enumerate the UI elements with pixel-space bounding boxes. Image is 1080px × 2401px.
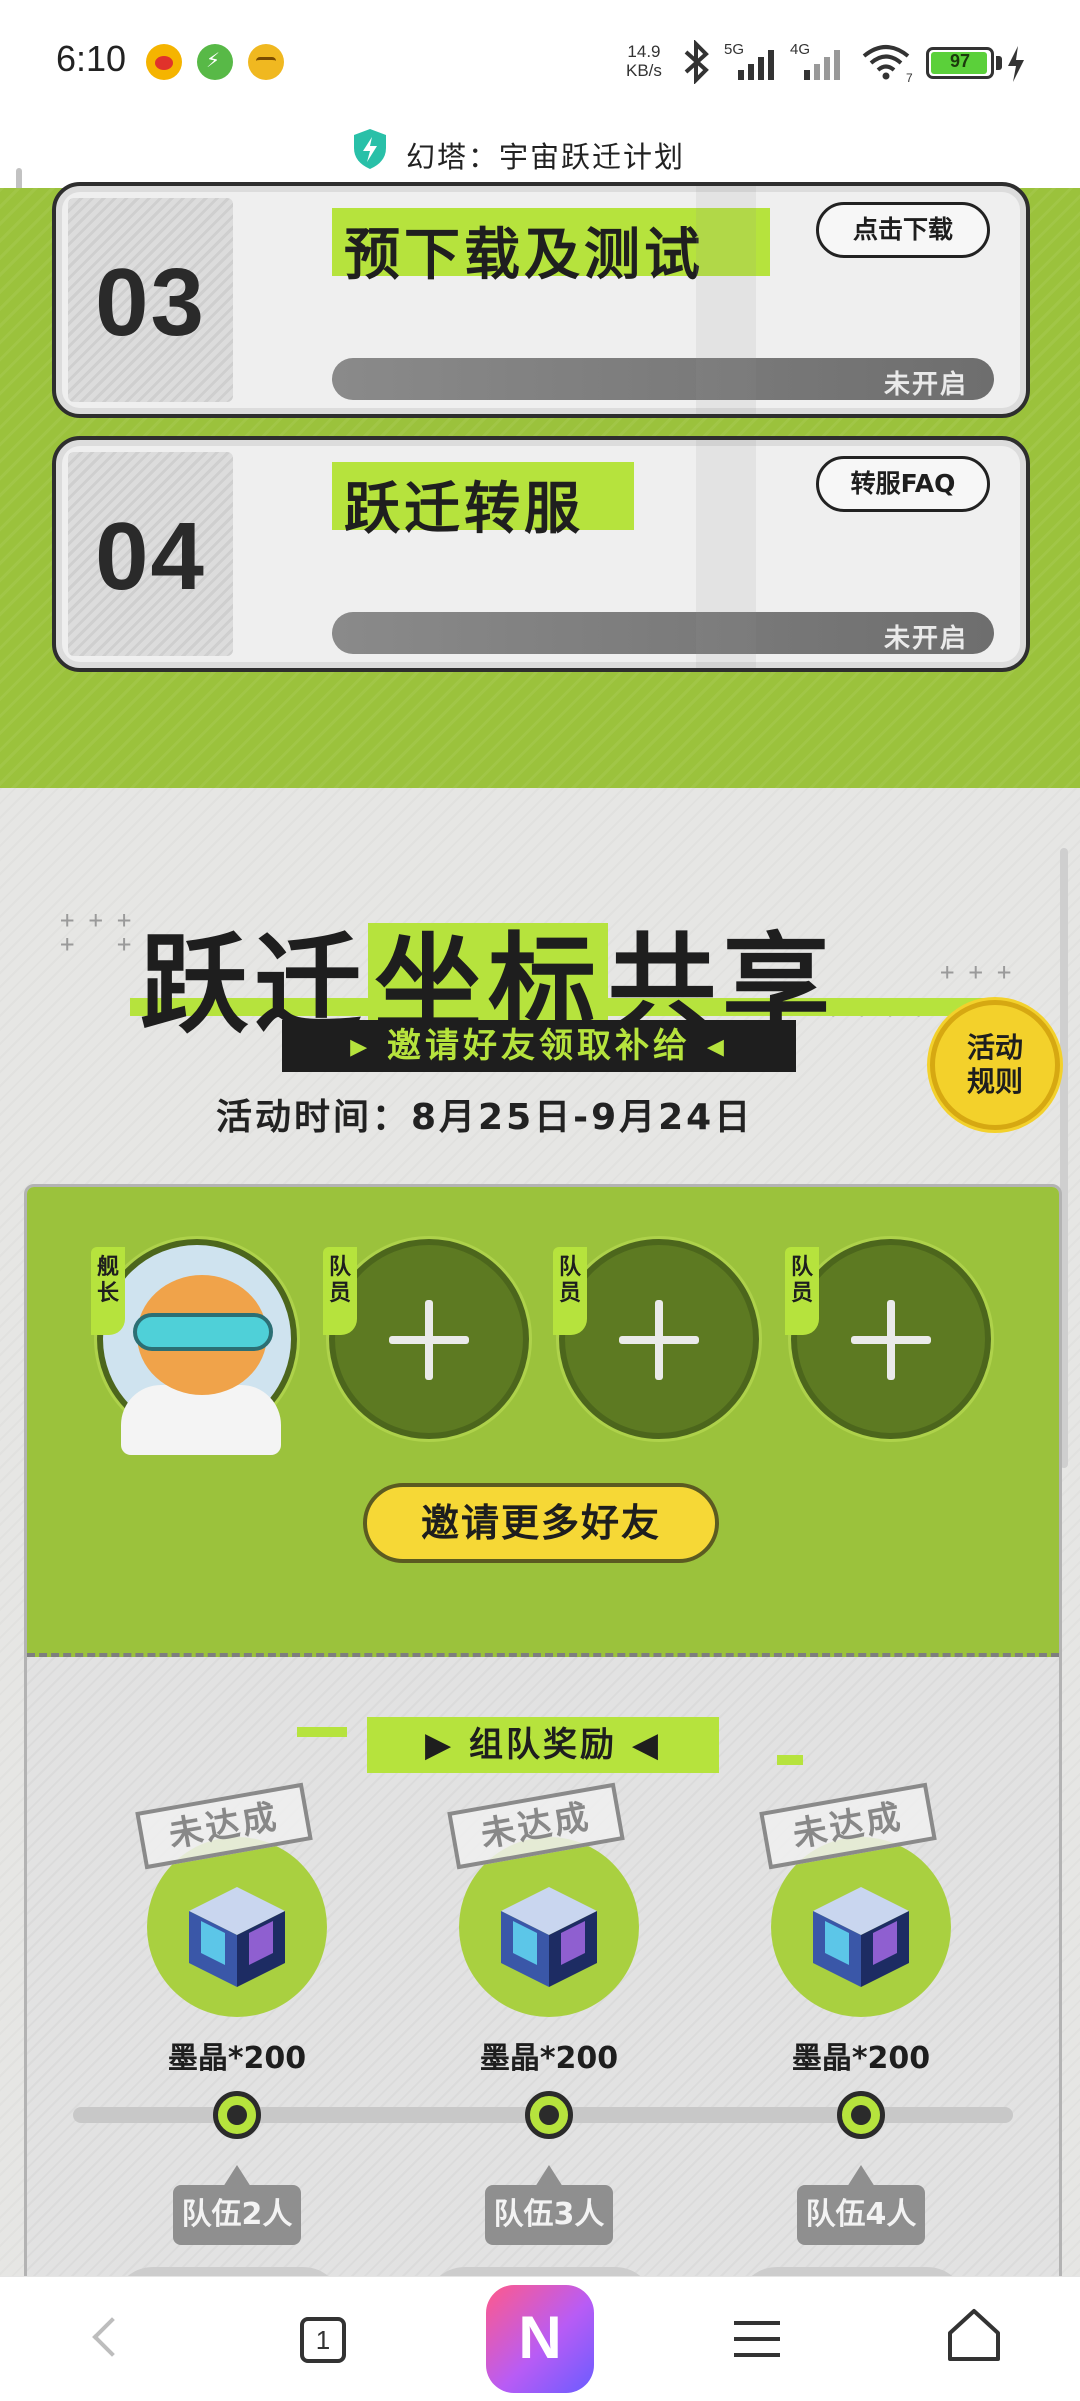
step-status: 未开启	[883, 624, 968, 654]
member-tag: 队员	[553, 1247, 587, 1335]
team-panel: 舰长 队员 队员 队员 邀请更多好友 ▶ 组队奖励 ◀ 未达成 未达成 未达成 …	[24, 1184, 1062, 2304]
rules-button[interactable]: 活动 规则	[930, 1000, 1060, 1130]
step-title: 预下载及测试	[344, 223, 704, 288]
reward-item[interactable]: 未达成	[447, 1782, 649, 2027]
progress-node	[837, 2091, 885, 2139]
page-title-bar: 幻塔：宇宙跃迁计划	[0, 120, 1080, 188]
step-progress-bar: 未开启	[332, 358, 994, 400]
step-number: 03	[95, 249, 206, 356]
rules-button-line1: 活动	[966, 1031, 1023, 1064]
step-title: 跃迁转服	[344, 477, 584, 542]
plus-icon-vertical	[655, 1300, 663, 1380]
signal-4g-label: 4G	[790, 41, 810, 58]
reward-label: 墨晶*200	[479, 2041, 619, 2076]
reward-item[interactable]: 未达成	[135, 1782, 337, 2027]
coordinate-share-section: +++ + + +++ ++++ 跃迁坐标共享 ▸ 邀请好友领取补给 ◂ 活动时…	[0, 788, 1080, 2304]
status-time: 6:10	[56, 38, 127, 79]
signal-5g-label: 5G	[724, 41, 744, 58]
shield-bolt-icon	[354, 129, 386, 169]
bluetooth-icon	[684, 40, 709, 84]
ink-crystal-icon	[813, 1887, 909, 1987]
bottom-navigation: 1 N	[0, 2276, 1080, 2401]
battery-cap	[996, 56, 1002, 70]
download-button[interactable]: 点击下载	[816, 202, 990, 258]
team-rewards-banner: ▶ 组队奖励 ◀	[367, 1717, 719, 1773]
step-card-03: 03 预下载及测试 点击下载 未开启	[52, 182, 1030, 418]
signal-5g-icon: 5G	[724, 41, 774, 80]
plus-icon-vertical	[887, 1300, 895, 1380]
chip-arrow	[535, 2165, 563, 2187]
progress-node	[525, 2091, 573, 2139]
chip-arrow	[223, 2165, 251, 2187]
transfer-faq-button[interactable]: 转服FAQ	[816, 456, 990, 512]
plus-decoration: +++	[940, 958, 1026, 986]
charging-icon	[1008, 46, 1024, 82]
steps-section: 03 预下载及测试 点击下载 未开启 04 跃迁转服 转服FAQ 未开启	[0, 182, 1080, 788]
plus-icon-vertical	[425, 1300, 433, 1380]
back-icon[interactable]	[46, 2277, 166, 2401]
network-speed-value: 14.9	[627, 42, 661, 61]
face-app-icon	[248, 44, 284, 80]
reward-label: 墨晶*200	[167, 2041, 307, 2076]
network-speed-unit: KB/s	[626, 61, 662, 80]
member-tag: 队员	[785, 1247, 819, 1335]
add-member-button[interactable]	[559, 1239, 759, 1439]
banner-decoration	[777, 1755, 803, 1765]
wifi-icon: 7	[862, 45, 913, 84]
avatar-goggles	[133, 1313, 273, 1351]
ink-crystal-icon	[189, 1887, 285, 1987]
ink-crystal-icon	[501, 1887, 597, 1987]
add-member-button[interactable]	[329, 1239, 529, 1439]
event-time: 活动时间：8月25日-9月24日	[216, 1097, 754, 1138]
reward-label: 墨晶*200	[791, 2041, 931, 2076]
signal-4g-icon: 4G	[790, 41, 840, 80]
battery-level: 97	[949, 51, 971, 71]
team-size-chip: 队伍3人	[485, 2185, 613, 2245]
team-size-chip: 队伍4人	[797, 2185, 925, 2245]
step-number-box: 04	[68, 452, 233, 656]
network-speed: 14.9 KB/s	[626, 42, 662, 80]
home-icon[interactable]	[946, 2307, 1002, 2363]
status-bar: 6:10 14.9 KB/s 5G 4G 7 97	[0, 0, 1080, 120]
avatar-suit	[121, 1385, 281, 1455]
add-member-button[interactable]	[791, 1239, 991, 1439]
captain-avatar[interactable]	[97, 1239, 297, 1455]
invite-more-friends-button[interactable]: 邀请更多好友	[363, 1483, 719, 1563]
battery-icon: 97	[926, 47, 994, 79]
step-status: 未开启	[883, 370, 968, 400]
weibo-icon	[146, 44, 182, 80]
rules-button-line2: 规则	[966, 1065, 1023, 1098]
team-members-area: 舰长 队员 队员 队员 邀请更多好友	[27, 1187, 1059, 1657]
banner-decoration	[297, 1727, 347, 1737]
step-progress-bar: 未开启	[332, 612, 994, 654]
step-card-04: 04 跃迁转服 转服FAQ 未开启	[52, 436, 1030, 672]
tabs-icon[interactable]: 1	[300, 2317, 346, 2363]
reward-item[interactable]: 未达成	[759, 1782, 961, 2027]
step-number: 04	[95, 503, 206, 610]
page-title: 幻塔：宇宙跃迁计划	[406, 140, 686, 174]
browser-home-label: N	[518, 2304, 562, 2371]
step-number-box: 03	[68, 198, 233, 402]
chip-arrow	[847, 2165, 875, 2187]
progress-node	[213, 2091, 261, 2139]
share-subtitle: ▸ 邀请好友领取补给 ◂	[282, 1020, 796, 1072]
member-tag: 队员	[323, 1247, 357, 1335]
team-size-chip: 队伍2人	[173, 2185, 301, 2245]
bolt-app-icon	[197, 44, 233, 80]
browser-home-icon[interactable]: N	[486, 2285, 594, 2393]
menu-icon[interactable]	[734, 2321, 780, 2357]
plus-decoration: + +	[60, 930, 146, 958]
wifi-label: 7	[906, 71, 913, 84]
captain-tag: 舰长	[91, 1247, 125, 1335]
